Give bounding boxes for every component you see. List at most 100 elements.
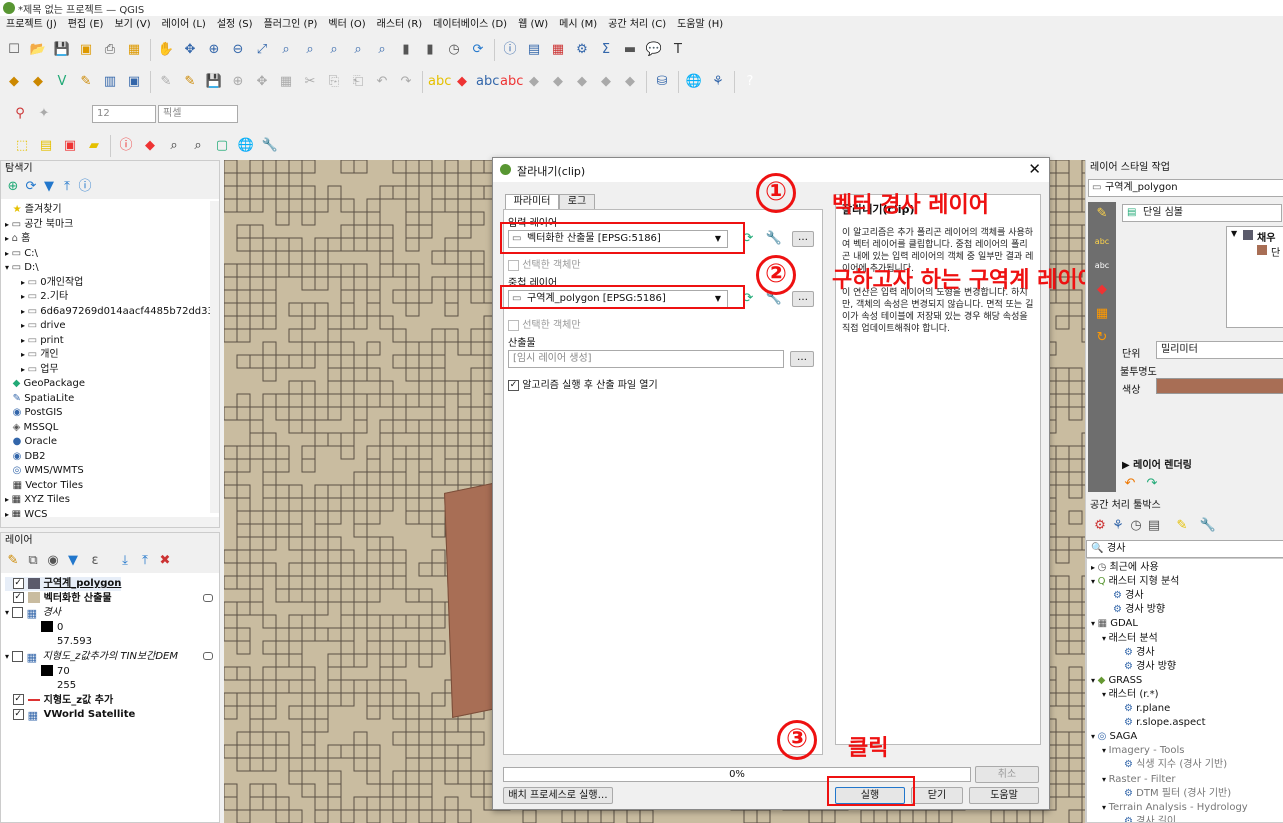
python-icon[interactable]: ⚘ <box>1108 516 1128 536</box>
field-calc-icon[interactable]: ▦ <box>548 40 568 60</box>
expand-arrow-icon[interactable] <box>5 394 13 403</box>
cancel-button[interactable]: 취소 <box>975 766 1039 783</box>
expand-arrow-icon[interactable] <box>5 423 13 432</box>
digitize-icon[interactable]: ✎ <box>76 72 96 92</box>
add-vector-icon[interactable]: V <box>52 72 72 92</box>
python-console-icon[interactable]: ⚘ <box>708 72 728 92</box>
zoom-full-icon[interactable]: ⤢ <box>252 40 272 60</box>
select-features-icon[interactable]: ⬚ <box>12 136 32 156</box>
add-group-icon[interactable]: ⧉ <box>23 551 43 571</box>
menu-item-3[interactable]: 레이어 (L) <box>162 19 206 30</box>
selected-only-checkbox-1[interactable]: 선택한 객체만 <box>508 256 581 271</box>
toolbox-item[interactable]: ▾ Q 래스터 지형 분석 <box>1091 575 1179 589</box>
add-raster-icon[interactable]: ▥ <box>100 72 120 92</box>
layer-indicator-icon[interactable] <box>203 652 213 660</box>
browser-item[interactable]: ◆ GeoPackage <box>5 377 85 391</box>
close-button[interactable]: 닫기 <box>911 787 963 804</box>
print-layout-icon[interactable]: ⎙ <box>100 40 120 60</box>
toolbox-item[interactable]: ⚙ 경사 <box>1124 646 1155 660</box>
masks-icon[interactable]: abc <box>1092 256 1112 276</box>
move-feature-icon[interactable]: ✥ <box>252 72 272 92</box>
layer-visibility-checkbox[interactable]: ✓ <box>12 592 24 604</box>
input-browse-button[interactable]: … <box>792 231 814 247</box>
batch-process-button[interactable]: 배치 프로세스로 실행… <box>503 787 613 804</box>
style-brush-icon[interactable]: ✎ <box>3 551 23 571</box>
temporal-icon[interactable]: ◷ <box>444 40 464 60</box>
toolbox-item[interactable]: ▾ ◎ SAGA <box>1091 730 1137 744</box>
undo-icon[interactable]: ↶ <box>1120 474 1140 494</box>
select-all-icon[interactable]: ▰ <box>84 136 104 156</box>
expand-arrow-icon[interactable] <box>5 408 13 417</box>
edit-features-icon[interactable]: ✎ <box>1172 516 1192 536</box>
expand-arrow-icon[interactable] <box>5 466 13 475</box>
diagrams-icon[interactable]: ▦ <box>1092 304 1112 324</box>
toolbox-item[interactable]: ▾ Raster - Filter <box>1102 773 1176 787</box>
toolbox-item[interactable]: ▾ ▦ GDAL <box>1091 617 1138 631</box>
selected-only-checkbox-2[interactable]: 선택한 객체만 <box>508 316 581 331</box>
save-edits-icon[interactable]: 💾 <box>204 72 224 92</box>
info-icon[interactable]: ⓘ <box>75 177 95 197</box>
browser-item[interactable]: ▸ ▭ 0개인작업 <box>21 276 83 290</box>
browser-item[interactable]: ◉ PostGIS <box>5 406 63 420</box>
snap-unit-select[interactable]: 픽셀 <box>158 105 238 123</box>
menu-item-0[interactable]: 프로젝트 (J) <box>6 19 57 30</box>
measure-area-icon[interactable]: ⌕ <box>164 136 184 156</box>
browser-item[interactable]: ▸ ▭ 개인 <box>21 348 59 362</box>
toolbox-search[interactable]: 🔍 경사 <box>1086 540 1283 558</box>
snap-type-icon[interactable]: ✦ <box>34 104 54 124</box>
identify-features-icon[interactable]: ⓘ <box>116 136 136 156</box>
browser-item[interactable]: ◎ WMS/WMTS <box>5 464 84 478</box>
history-icon[interactable]: ◷ <box>1126 516 1146 536</box>
browser-item[interactable]: ▸ ▭ 업무 <box>21 363 59 377</box>
zoom-last-icon[interactable]: ⌕ <box>348 40 368 60</box>
layer-item[interactable]: ✓ 지형도_z값 추가 <box>5 694 113 708</box>
toolbox-item[interactable]: ⚙ 식생 지수 (경사 기반) <box>1124 758 1227 772</box>
toolbox-item[interactable]: ⚙ 경사 길이 <box>1124 815 1176 822</box>
toolbox-item[interactable]: ⚙ 경사 <box>1113 589 1144 603</box>
web-tool-icon[interactable]: 🌐 <box>236 136 256 156</box>
browser-item[interactable]: ▸ ⌂ 홈 <box>5 232 30 246</box>
browser-item[interactable]: ◈ MSSQL <box>5 421 59 435</box>
menu-item-7[interactable]: 래스터 (R) <box>377 19 423 30</box>
toolbox-item[interactable]: ▾ Imagery - Tools <box>1102 744 1185 758</box>
refresh-icon[interactable]: ⟳ <box>21 177 41 197</box>
metasearch-icon[interactable]: 🌐 <box>684 72 704 92</box>
label-show-icon[interactable]: abc <box>476 72 499 92</box>
tab-parameters[interactable]: 파라미터 <box>505 194 559 209</box>
diagram-icon[interactable]: ◆ <box>572 72 592 92</box>
toolbox-item[interactable]: ▾ 래스터 분석 <box>1102 632 1158 646</box>
styling-layer-combo[interactable]: ▭ 구역계_polygon <box>1088 179 1283 197</box>
new-map-view-icon[interactable]: ▮ <box>396 40 416 60</box>
remove-layer-icon[interactable]: ✖ <box>155 551 175 571</box>
filter-icon[interactable]: ▼ <box>39 177 59 197</box>
measure-icon[interactable]: ▬ <box>620 40 640 60</box>
edit-icon[interactable]: ✎ <box>156 72 176 92</box>
label-pin-icon[interactable]: ◆ <box>452 72 472 92</box>
layer-visibility-checkbox[interactable]: ✓ <box>12 694 24 706</box>
layer-item[interactable]: ✓ ▦ VWorld Satellite <box>5 708 135 722</box>
layout-manager-icon[interactable]: ▦ <box>124 40 144 60</box>
layer-rendering-section[interactable]: ▶ 레이어 렌더링 <box>1122 456 1192 471</box>
label-move-icon[interactable]: ◆ <box>524 72 544 92</box>
label-tool-icon[interactable]: ◆ <box>596 72 616 92</box>
label-icon[interactable]: abc <box>428 72 451 92</box>
toolbox-item[interactable]: ▾ Terrain Analysis - Hydrology <box>1102 801 1248 815</box>
browser-item[interactable]: ▸ ▭ drive <box>21 319 66 333</box>
refresh-icon[interactable]: ⟳ <box>468 40 488 60</box>
select-location-icon[interactable]: ▢ <box>212 136 232 156</box>
menu-item-8[interactable]: 데이터베이스 (D) <box>433 19 507 30</box>
add-icon[interactable]: ⊕ <box>3 177 23 197</box>
layer-visibility-checkbox[interactable] <box>11 606 23 618</box>
new-layer-icon[interactable]: ◆ <box>28 72 48 92</box>
toolbox-item[interactable]: ⚙ r.plane <box>1124 702 1170 716</box>
vertex-tool-icon[interactable]: ▦ <box>276 72 296 92</box>
browser-item[interactable]: ▸ ▭ 2.기타 <box>21 290 68 304</box>
expand-arrow-icon[interactable] <box>5 594 13 603</box>
snapping-icon[interactable]: ⚲ <box>10 104 30 124</box>
label-change-icon[interactable]: ◆ <box>548 72 568 92</box>
expand-arrow-icon[interactable] <box>5 379 13 388</box>
options-icon[interactable]: 🔧 <box>1198 516 1218 536</box>
help-icon[interactable]: ? <box>740 72 760 92</box>
symbology-icon[interactable]: ✎ <box>1092 204 1112 224</box>
browser-item[interactable]: ▸ ▭ C:\ <box>5 247 38 261</box>
